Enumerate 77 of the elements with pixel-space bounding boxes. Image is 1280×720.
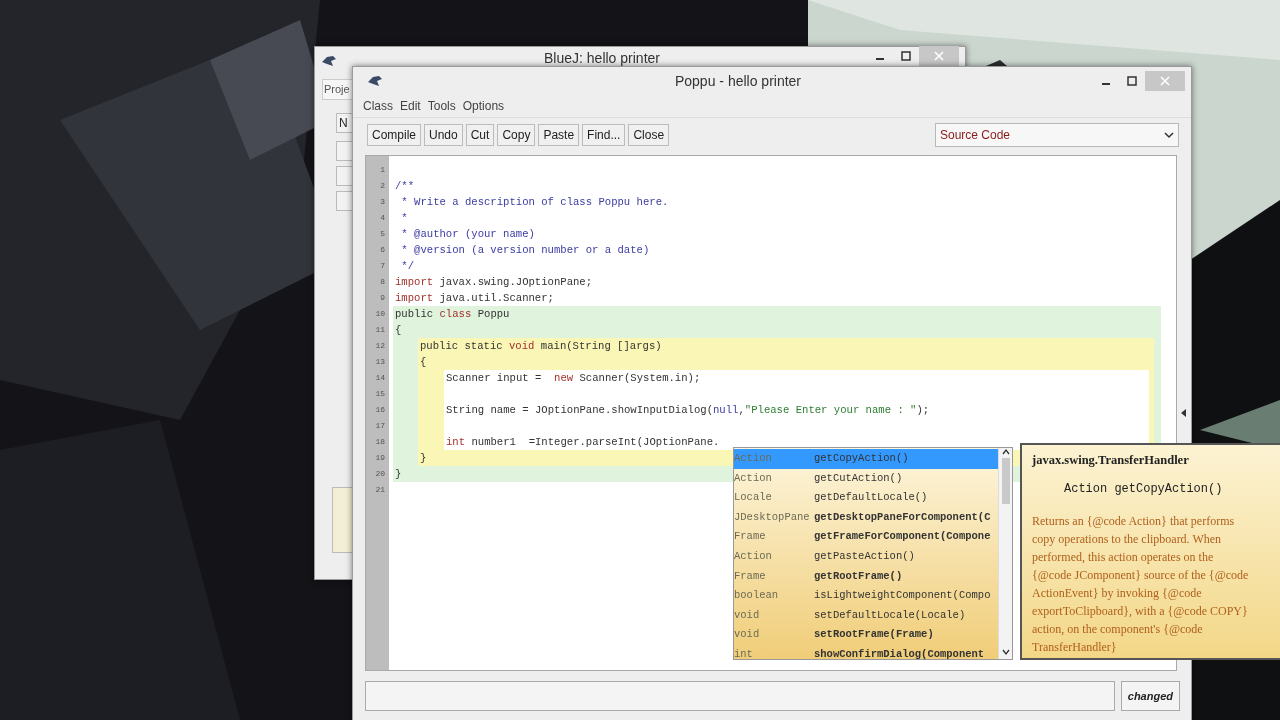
line-number: 16 bbox=[374, 404, 386, 416]
window-title: BlueJ: hello printer bbox=[543, 48, 661, 68]
toolbar-button[interactable]: Close bbox=[628, 123, 670, 147]
code-line: /** bbox=[394, 179, 415, 194]
completion-item[interactable]: Action getCutAction() bbox=[734, 468, 998, 489]
bird-icon bbox=[321, 54, 337, 68]
line-number: 8 bbox=[379, 276, 386, 288]
line-number: 20 bbox=[374, 468, 386, 480]
code-line: public class Poppu bbox=[394, 307, 510, 322]
window-title: Poppu - hello printer bbox=[673, 71, 803, 91]
method-signature: Action getCopyAction() bbox=[1064, 480, 1224, 498]
code-line: * @version (a version number or a date) bbox=[400, 243, 650, 258]
toolbar-button[interactable]: Compile bbox=[367, 123, 421, 147]
panel bbox=[332, 487, 353, 553]
code-line: * @author (your name) bbox=[400, 227, 535, 242]
completion-item[interactable]: boolean isLightweightComponent(Compo bbox=[734, 586, 998, 606]
code-line: import java.util.Scanner; bbox=[394, 291, 554, 306]
code-line: Scanner input = new Scanner(System.in); bbox=[445, 371, 701, 386]
line-number: 9 bbox=[379, 292, 386, 304]
description: Returns an {@code Action} that performs copy operations to the clipboard. When performed, this action operates on the {@code JComponent} source of the {@code ActionEvent} by invoking {@code exportToClipboard}, with a {@code COPY} action, on the component's {@code TransferHandler} bbox=[1032, 512, 1250, 656]
menu-item[interactable]: Edit bbox=[400, 97, 421, 115]
completion-item[interactable]: Action getCopyAction() bbox=[734, 449, 998, 469]
scrollbar[interactable] bbox=[998, 448, 1012, 659]
line-number: 2 bbox=[379, 180, 386, 192]
completion-item[interactable]: Frame getRootFrame() bbox=[734, 566, 998, 587]
code-line: String name = JOptionPane.showInputDialog(null,"Please Enter your name : "); bbox=[445, 403, 930, 418]
code-line: public static void main(String []args) bbox=[419, 339, 662, 354]
changed-button[interactable]: changed bbox=[1120, 681, 1180, 711]
line-number: 13 bbox=[374, 356, 386, 368]
completion-item[interactable]: Action getPasteAction() bbox=[734, 546, 998, 567]
toolbar-button[interactable]: Cut bbox=[465, 123, 495, 147]
code-line: int number1 =Integer.parseInt(JOptionPane. bbox=[445, 435, 720, 450]
line-number: 15 bbox=[374, 388, 386, 400]
code-line: */ bbox=[400, 259, 415, 274]
line-number: 17 bbox=[374, 420, 386, 432]
completion-item[interactable]: Frame getFrameForComponent(Compone bbox=[734, 527, 998, 547]
code-line: * Write a description of class Poppu here. bbox=[400, 195, 669, 210]
bird-icon bbox=[367, 74, 383, 88]
caret-icon bbox=[1164, 131, 1174, 139]
line-number: 18 bbox=[374, 436, 386, 448]
line-number: 10 bbox=[374, 308, 386, 320]
line-number: 3 bbox=[379, 196, 386, 208]
code-line: } bbox=[419, 451, 427, 466]
code-line: { bbox=[419, 355, 427, 370]
toolbar-button[interactable]: Undo bbox=[424, 123, 463, 147]
completion-item[interactable]: int showConfirmDialog(Component bbox=[734, 644, 998, 659]
line-number: 1 bbox=[379, 164, 386, 176]
line-number: 4 bbox=[379, 212, 386, 224]
menu-item[interactable]: Tools bbox=[427, 97, 456, 115]
menu-item[interactable]: Options bbox=[462, 97, 505, 115]
maximize-icon[interactable] bbox=[1127, 76, 1137, 86]
toolbar-button[interactable]: Find... bbox=[582, 123, 626, 147]
tab[interactable]: Proje bbox=[322, 79, 353, 100]
collapse-arrow-icon[interactable] bbox=[1181, 409, 1187, 417]
toolbar-button[interactable]: Paste bbox=[538, 123, 580, 147]
view-dropdown[interactable]: Source Code bbox=[935, 123, 1179, 147]
menu-item[interactable]: Class bbox=[363, 97, 393, 115]
scroll-thumb[interactable] bbox=[1001, 458, 1010, 504]
completion-item[interactable]: void setRootFrame(Frame) bbox=[734, 625, 998, 645]
line-number: 6 bbox=[379, 244, 386, 256]
line-number: 11 bbox=[374, 324, 386, 336]
code-line: { bbox=[394, 323, 402, 338]
line-number: 19 bbox=[374, 452, 386, 464]
line-number: 14 bbox=[374, 372, 386, 384]
line-number: 21 bbox=[374, 484, 386, 496]
line-number: 7 bbox=[379, 260, 386, 272]
code-line: * bbox=[400, 211, 408, 226]
code-line: import javax.swing.JOptionPane; bbox=[394, 275, 593, 290]
class-name: javax.swing.TransferHandler bbox=[1032, 452, 1190, 469]
completion-item[interactable]: void setDefaultLocale(Locale) bbox=[734, 605, 998, 626]
line-number: 5 bbox=[379, 228, 386, 240]
code-line: } bbox=[394, 467, 402, 482]
completion-item[interactable]: JDesktopPane getDesktopPaneForComponent(C bbox=[734, 507, 998, 528]
line-number: 12 bbox=[374, 340, 386, 352]
maximize-icon[interactable] bbox=[901, 51, 911, 61]
toolbar-button[interactable]: Copy bbox=[497, 123, 536, 147]
completion-item[interactable]: Locale getDefaultLocale() bbox=[734, 488, 998, 508]
